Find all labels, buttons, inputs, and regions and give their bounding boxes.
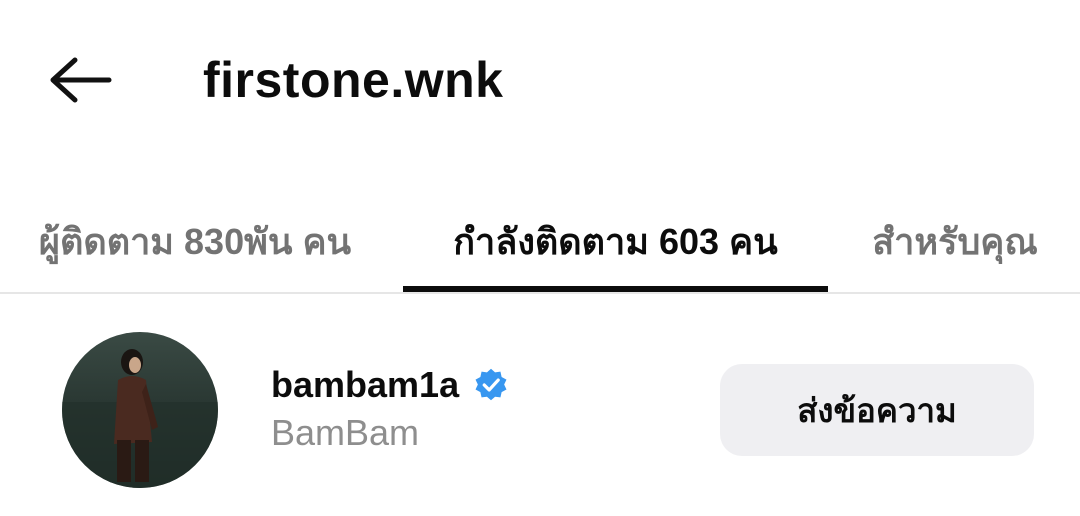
message-button[interactable]: ส่งข้อความ: [720, 364, 1034, 456]
username: bambam1a: [271, 364, 460, 405]
tab-following[interactable]: กำลังติดตาม 603 คน: [403, 190, 828, 292]
page-title: firstone.wnk: [203, 52, 504, 108]
username-link[interactable]: bambam1a: [271, 360, 509, 410]
tab-bar: ผู้ติดตาม 830พัน คน กำลังติดตาม 603 คน ส…: [0, 190, 1080, 294]
avatar[interactable]: [62, 332, 218, 488]
active-tab-indicator: [403, 286, 828, 292]
tab-followers[interactable]: ผู้ติดตาม 830พัน คน: [0, 190, 390, 292]
arrow-left-icon: [50, 57, 112, 103]
display-name: BamBam: [271, 412, 420, 453]
top-header: firstone.wnk: [0, 0, 1080, 165]
verified-badge-icon: [475, 368, 507, 401]
back-button[interactable]: [40, 50, 120, 110]
list-item: bambam1a BamBam ส่งข้อความ: [0, 320, 1080, 516]
tab-for-you[interactable]: สำหรับคุณ: [845, 190, 1065, 292]
